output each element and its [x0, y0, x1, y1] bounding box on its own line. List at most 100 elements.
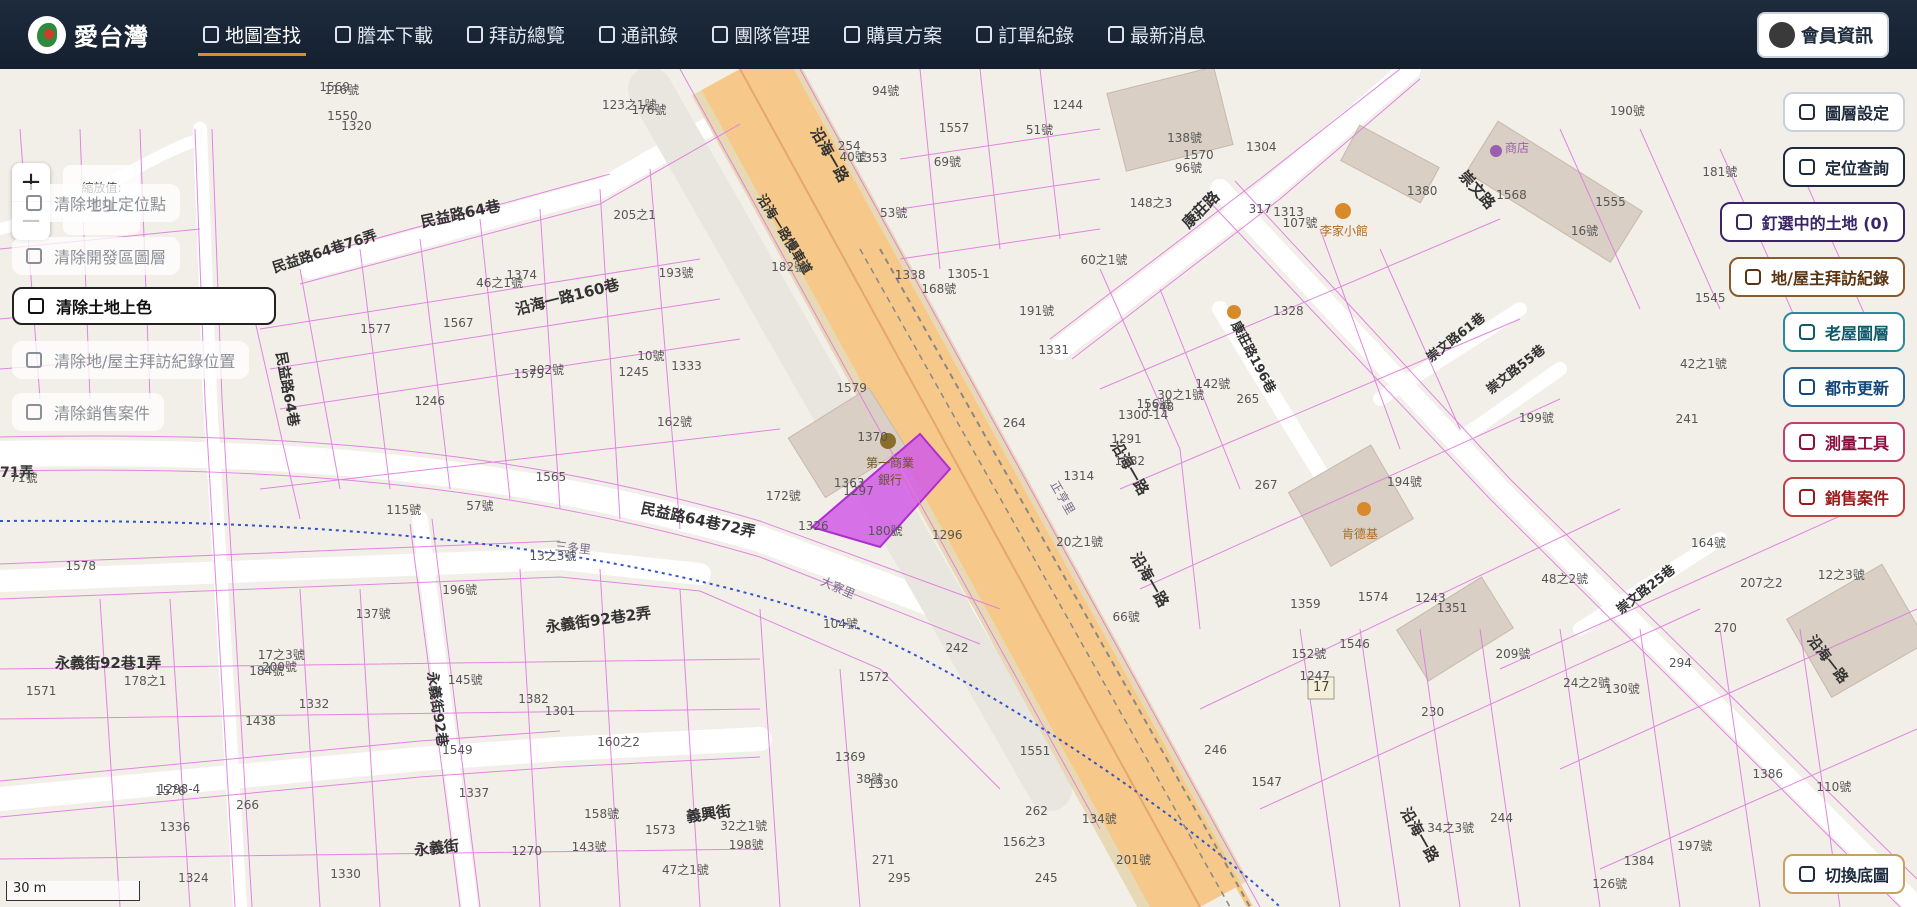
parcel-number-label: 160之2 — [597, 734, 640, 749]
member-info-button[interactable]: 會員資訊 — [1757, 12, 1889, 58]
parcel-number-label: 42之1號 — [1680, 356, 1727, 371]
map-base-layer — [0, 69, 1917, 907]
clear-address-marker-button[interactable]: 清除地址定位點 — [12, 184, 181, 222]
button-label: 切換底圖 — [1824, 866, 1889, 885]
house-icon — [1798, 324, 1815, 340]
eraser-icon — [28, 298, 44, 314]
button-label: 清除地/屋主拜訪紀錄位置 — [54, 352, 236, 371]
fast-food-icon — [1357, 502, 1371, 516]
parcel-number-label: 1247 — [1299, 668, 1331, 683]
nav-item-contacts[interactable]: 通訊錄 — [582, 0, 695, 69]
member-info-label: 會員資訊 — [1801, 26, 1873, 47]
nav-item-latest-news[interactable]: 最新消息 — [1091, 0, 1223, 69]
sliders-icon — [1798, 104, 1815, 120]
parcel-number-label: 143號 — [571, 840, 607, 855]
parcel-number-label: 1331 — [1038, 343, 1069, 358]
parcel-number-label: 158號 — [584, 807, 620, 822]
parcel-number-label: 1555 — [1595, 195, 1626, 210]
location-search-button[interactable]: 定位查詢 — [1782, 147, 1905, 187]
parcel-number-label: 178之1 — [123, 674, 167, 689]
parcel-number-label: 1579 — [836, 380, 867, 395]
parcel-number-label: 1301 — [544, 704, 576, 718]
parcel-number-label: 13之3號 — [529, 549, 577, 564]
trash-icon — [26, 195, 42, 211]
nav-item-order-history[interactable]: 訂單紀錄 — [959, 0, 1091, 69]
pinned-land-button[interactable]: 釘選中的土地 (0) — [1719, 202, 1905, 242]
parcel-number-label: 66號 — [1112, 609, 1140, 624]
parcel-number-label: 181號 — [1702, 164, 1738, 179]
user-pin-icon — [1735, 214, 1752, 230]
nav-item-visit-overview[interactable]: 拜訪總覽 — [450, 0, 582, 69]
measurement-tool-button[interactable]: 測量工具 — [1782, 422, 1905, 462]
parcel-number-label: 262 — [1025, 803, 1048, 818]
old-house-layer-button[interactable]: 老屋圖層 — [1782, 312, 1905, 352]
parcel-number-label: 1314 — [1063, 468, 1095, 483]
parcel-number-label: 1572 — [858, 670, 890, 685]
parcel-number-label: 138號 — [1167, 131, 1203, 146]
parcel-number-label: 1546 — [1339, 637, 1370, 652]
parcel-number-label: 148之3 — [1129, 195, 1173, 210]
map-canvas[interactable]: 民益路64巷 民益路64巷76弄 沿海一路160巷 民益路64巷72弄 永義街9… — [0, 69, 1917, 907]
parcel-number-label: 1578 — [65, 559, 96, 574]
clear-sales-cases-button[interactable]: 清除銷售案件 — [12, 393, 165, 431]
parcel-number-label: 60之1號 — [1080, 253, 1128, 268]
parcel-number-label: 191號 — [1019, 304, 1055, 319]
owner-visit-records-button[interactable]: 地/屋主拜訪紀錄 — [1729, 257, 1905, 297]
parcel-number-label: 1382 — [1114, 454, 1146, 469]
layer-settings-button[interactable]: 圖層設定 — [1782, 92, 1905, 132]
sales-cases-button[interactable]: 銷售案件 — [1782, 477, 1905, 517]
parcel-number-label: 1384 — [1623, 853, 1655, 868]
news-icon — [1108, 26, 1125, 43]
switch-basemap-button[interactable]: 切換底圖 — [1782, 854, 1905, 894]
button-label: 清除開發區圖層 — [54, 248, 167, 267]
parcel-number-label: 190號 — [1610, 104, 1645, 119]
nav-item-label: 拜訪總覽 — [489, 25, 566, 47]
parcel-number-label: 267 — [1254, 478, 1278, 493]
parcel-number-label: 1567 — [442, 315, 474, 330]
parcel-number-label: 1370 — [857, 430, 888, 445]
parcel-number-label: 1545 — [1694, 290, 1726, 305]
team-icon — [712, 26, 729, 43]
parcel-number-label: 1369 — [835, 749, 866, 764]
parcel-number-label: 295 — [887, 871, 911, 886]
parcel-number-label: 245 — [1034, 870, 1058, 885]
parcel-number-label: 12之3號 — [1817, 568, 1865, 583]
parcel-number-label: 38號 — [855, 772, 884, 787]
parcel-number-label: 265 — [1236, 392, 1260, 407]
parcel-number-label: 115號 — [386, 503, 422, 518]
restaurant-icon — [1335, 203, 1351, 219]
urban-renewal-button[interactable]: 都市更新 — [1782, 367, 1905, 407]
parcel-number-label: 145號 — [447, 672, 483, 687]
parcel-number-label: 1557 — [938, 120, 970, 135]
nav-item-label: 通訊錄 — [621, 25, 679, 47]
parcel-number-label: 230 — [1421, 704, 1445, 719]
report-icon — [467, 26, 484, 43]
clear-land-coloring-button[interactable]: 清除土地上色 — [12, 287, 276, 325]
megaphone-icon — [1798, 489, 1815, 505]
nav-item-team-management[interactable]: 團隊管理 — [695, 0, 827, 69]
nav-item-label: 購買方案 — [866, 25, 943, 47]
brand[interactable]: 愛台灣 — [28, 15, 178, 54]
nav-item-transcript-download[interactable]: 謄本下載 — [318, 0, 450, 69]
nav-item-purchase-plans[interactable]: 購買方案 — [827, 0, 959, 69]
parcel-number-label: 152號 — [1291, 646, 1327, 661]
parcel-number-label: 116號 — [324, 83, 360, 98]
parcel-number-label: 242 — [945, 641, 969, 656]
clear-visit-record-locations-button[interactable]: 清除地/屋主拜訪紀錄位置 — [12, 341, 250, 379]
parcel-number-label: 51號 — [1025, 123, 1054, 138]
parcel-number-label: 264 — [1002, 416, 1026, 431]
app-name: 愛台灣 — [74, 23, 149, 51]
parcel-number-label: 32之1號 — [720, 818, 768, 833]
parcel-number-label: 1337 — [458, 786, 490, 801]
parcel-number-label: 244 — [1490, 810, 1514, 825]
fast-food-icon — [1227, 305, 1241, 319]
document-icon — [335, 26, 352, 43]
button-label: 測量工具 — [1824, 434, 1889, 453]
parcel-number-label: 40號 — [839, 149, 867, 164]
poi-label: 肯德基 — [1342, 527, 1379, 541]
parcel-number-label: 198號 — [728, 837, 764, 852]
parcel-number-label: 71號 — [10, 470, 38, 485]
clear-development-layer-button[interactable]: 清除開發區圖層 — [12, 237, 181, 275]
nav-item-map-search[interactable]: 地圖查找 — [186, 0, 318, 69]
parcel-number-label: 202號 — [529, 363, 564, 378]
